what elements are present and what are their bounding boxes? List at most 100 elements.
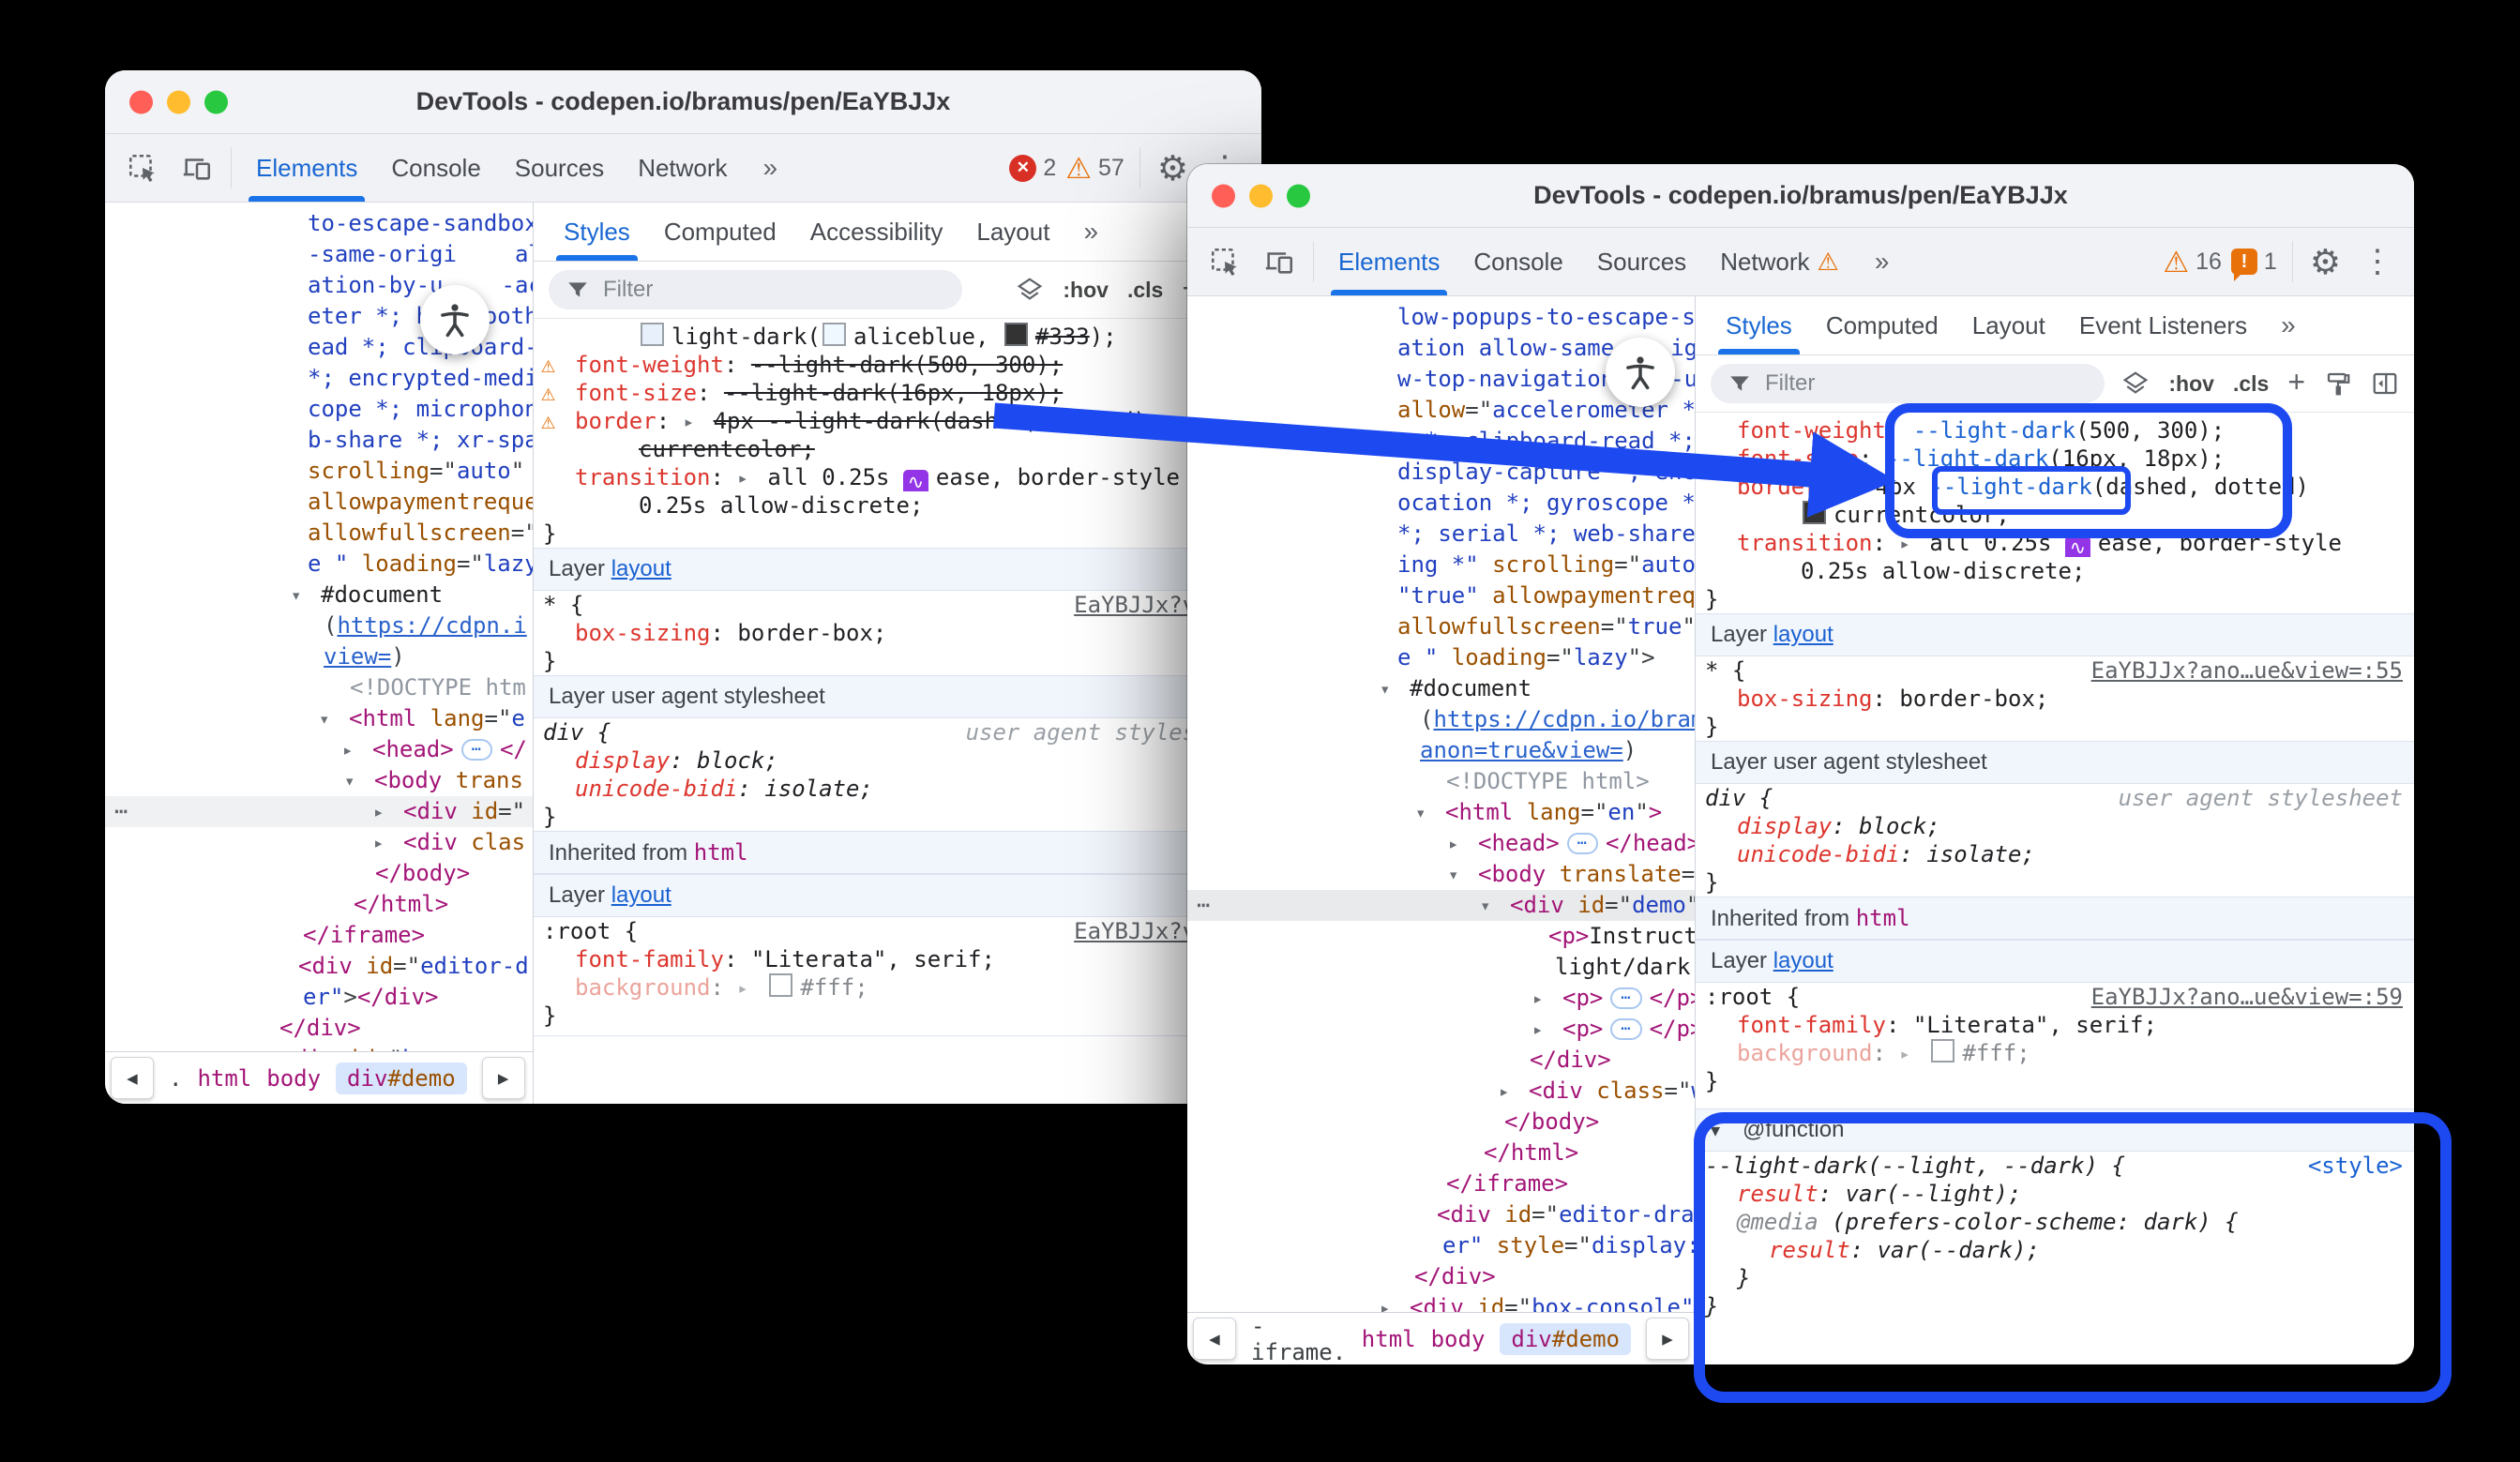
css-declaration[interactable]: ⚠font-weight: --light-dark(500, 300); — [534, 351, 1261, 379]
layer-link[interactable]: layout — [611, 556, 671, 581]
expand-ellipsis-pill[interactable]: ⋯ — [1610, 987, 1641, 1009]
dom-row[interactable]: <div id="editor-drag-co — [1187, 1199, 1695, 1230]
dom-row[interactable]: cope *; microphon — [105, 394, 533, 425]
toggle-hov[interactable]: :hov — [2168, 371, 2214, 397]
css-declaration[interactable]: } — [1696, 868, 2414, 897]
tab-network[interactable]: Network — [621, 134, 744, 202]
rendering-emulation-icon[interactable] — [2324, 369, 2352, 398]
dom-row[interactable]: ▸<head>⋯</ — [105, 734, 533, 765]
css-declaration[interactable]: currentcolor; — [1696, 501, 2414, 529]
css-declaration[interactable]: 0.25s allow-discrete; — [1696, 557, 2414, 585]
css-declaration[interactable]: } — [534, 1002, 1261, 1030]
tab-layout[interactable]: Layout — [1955, 296, 2062, 354]
styles-section-header[interactable]: ▾@function — [1696, 1108, 2414, 1152]
dom-row[interactable]: ▸<p>⋯</p> — [1187, 1014, 1695, 1045]
css-declaration[interactable]: result: var(--dark); — [1696, 1236, 2414, 1264]
dom-row[interactable]: ⋯▾<div id="demo"> — [1187, 890, 1695, 921]
overflow-dots-icon[interactable]: ⋯ — [114, 796, 129, 827]
breadcrumb-item-selected[interactable]: div#demo — [1500, 1323, 1631, 1355]
tab-styles[interactable]: Styles — [547, 203, 647, 261]
dom-row[interactable]: view=) — [105, 641, 533, 672]
breadcrumb-forward-button[interactable]: ▶ — [1646, 1318, 1689, 1360]
tab-event-listeners[interactable]: Event Listeners — [2062, 296, 2264, 354]
close-button[interactable] — [1212, 184, 1235, 207]
dom-row[interactable]: ▸<div id="box-conso — [105, 1044, 533, 1051]
inspect-element-icon[interactable] — [1199, 228, 1251, 295]
dom-row[interactable]: <!DOCTYPE htm — [105, 672, 533, 703]
css-declaration[interactable]: * {EaYBJJx?view= — [534, 591, 1261, 619]
dom-row[interactable]: <p>Instruction — [1187, 921, 1695, 952]
css-declaration[interactable]: font-family: "Literata", serif; — [534, 945, 1261, 973]
styles-section-header[interactable]: Inherited from html — [1696, 897, 2414, 940]
tab-layout[interactable]: Layout — [959, 203, 1066, 261]
dom-row[interactable]: ▸<div class="warn — [1187, 1076, 1695, 1107]
more-tabs-icon[interactable]: » — [1066, 203, 1113, 261]
titlebar[interactable]: DevTools - codepen.io/bramus/pen/EaYBJJx — [105, 70, 1261, 134]
toggle-hov[interactable]: :hov — [1063, 278, 1109, 303]
color-swatch[interactable] — [769, 973, 792, 997]
breadcrumb-item[interactable]: html — [197, 1065, 251, 1092]
dom-row[interactable]: e " loading="lazy"> — [1187, 642, 1695, 673]
dom-row[interactable]: (https://cdpn.io/bram — [1187, 704, 1695, 735]
dom-row[interactable]: allowfullscreen="true" — [1187, 611, 1695, 642]
badge-error[interactable]: ✕2 — [1009, 155, 1056, 182]
breadcrumb-item[interactable]: body — [266, 1065, 321, 1092]
dom-row[interactable]: </body> — [1187, 1107, 1695, 1138]
css-declaration[interactable]: font-weight: --light-dark(500, 300); — [1696, 416, 2414, 445]
css-declaration[interactable]: --light-dark(--light, --dark) {<style> — [1696, 1152, 2414, 1180]
breadcrumb-back-button[interactable]: ◀ — [111, 1057, 154, 1099]
dom-row[interactable]: *; encrypted-medi — [105, 363, 533, 394]
toggle-cls[interactable]: .cls — [1127, 278, 1163, 303]
source-link[interactable]: EaYBJJx?ano…ue&view=:59 — [2091, 983, 2403, 1011]
dom-row[interactable]: </div> — [1187, 1045, 1695, 1076]
inherited-node-link[interactable]: html — [694, 839, 748, 866]
color-swatch[interactable] — [1004, 323, 1028, 346]
inspect-element-icon[interactable] — [116, 134, 169, 202]
styles-section-header[interactable]: Layer layout — [1696, 940, 2414, 983]
css-declaration[interactable]: result: var(--light); — [1696, 1180, 2414, 1208]
css-declaration[interactable]: transition: ▸all 0.25s ∿ease, border-sty… — [534, 463, 1261, 491]
dom-row[interactable]: -same-origiallo — [105, 239, 533, 270]
easing-editor-icon[interactable]: ∿ — [2065, 535, 2090, 557]
tab-console[interactable]: Console — [374, 134, 497, 202]
expand-ellipsis-pill[interactable]: ⋯ — [461, 739, 492, 761]
badge-issue[interactable]: !1 — [2231, 249, 2277, 276]
css-declaration[interactable]: ⚠font-size: --light-dark(16px, 18px); — [534, 379, 1261, 407]
dom-row[interactable]: <!DOCTYPE html> — [1187, 766, 1695, 797]
color-swatch[interactable] — [641, 323, 664, 346]
css-declaration[interactable]: ⚠border: ▸4px --light-dark(dashed, dotte… — [534, 407, 1261, 435]
css-declaration[interactable]: currentcolor; — [534, 435, 1261, 463]
dom-row[interactable]: anon=true&view=) — [1187, 735, 1695, 766]
dom-row[interactable]: scrolling="auto" — [105, 456, 533, 487]
dom-row[interactable]: </iframe> — [1187, 1168, 1695, 1199]
more-tabs-icon[interactable]: » — [1858, 228, 1905, 295]
dom-row[interactable]: ▾<body translate=" — [1187, 859, 1695, 890]
badge-warn[interactable]: ⚠16 — [2163, 248, 2222, 277]
source-link[interactable]: EaYBJJx?ano…ue&view=:55 — [2091, 656, 2403, 685]
color-swatch[interactable] — [1931, 1039, 1954, 1063]
dom-row[interactable]: er" style="display: non — [1187, 1230, 1695, 1261]
dom-row[interactable]: er"></div> — [105, 982, 533, 1013]
css-declaration[interactable]: } — [1696, 1264, 2414, 1292]
css-declaration[interactable]: } — [1696, 1067, 2414, 1095]
dom-row[interactable]: ing *" scrolling="auto" — [1187, 550, 1695, 580]
css-declaration[interactable]: :root {EaYBJJx?view= — [534, 917, 1261, 945]
styles-section-header[interactable]: Layer layout — [1696, 613, 2414, 656]
titlebar[interactable]: DevTools - codepen.io/bramus/pen/EaYBJJx — [1187, 164, 2414, 228]
settings-gear-icon[interactable]: ⚙ — [2301, 228, 2350, 295]
css-declaration[interactable]: display: block; — [534, 746, 1261, 775]
dom-row[interactable]: allowfullscreen=" — [105, 518, 533, 549]
styles-section-header[interactable]: Inherited from html — [534, 831, 1261, 874]
dom-row[interactable]: low-popups-to-escape-sa — [1187, 302, 1695, 333]
dom-row[interactable]: ⋯▸<div id=" — [105, 796, 533, 827]
css-declaration[interactable]: font-family: "Literata", serif; — [1696, 1011, 2414, 1039]
css-declaration[interactable]: background: ▸#fff; — [1696, 1039, 2414, 1067]
css-declaration[interactable]: light-dark(aliceblue, #333); — [534, 323, 1261, 351]
tab-sources[interactable]: Sources — [498, 134, 621, 202]
element-state-icon[interactable] — [2121, 369, 2150, 398]
tab-accessibility[interactable]: Accessibility — [793, 203, 960, 261]
css-declaration[interactable]: } — [1696, 713, 2414, 741]
easing-editor-icon[interactable]: ∿ — [903, 470, 928, 491]
tab-network[interactable]: Network⚠ — [1703, 228, 1856, 295]
dom-row[interactable]: ▾<html lang="e — [105, 703, 533, 734]
